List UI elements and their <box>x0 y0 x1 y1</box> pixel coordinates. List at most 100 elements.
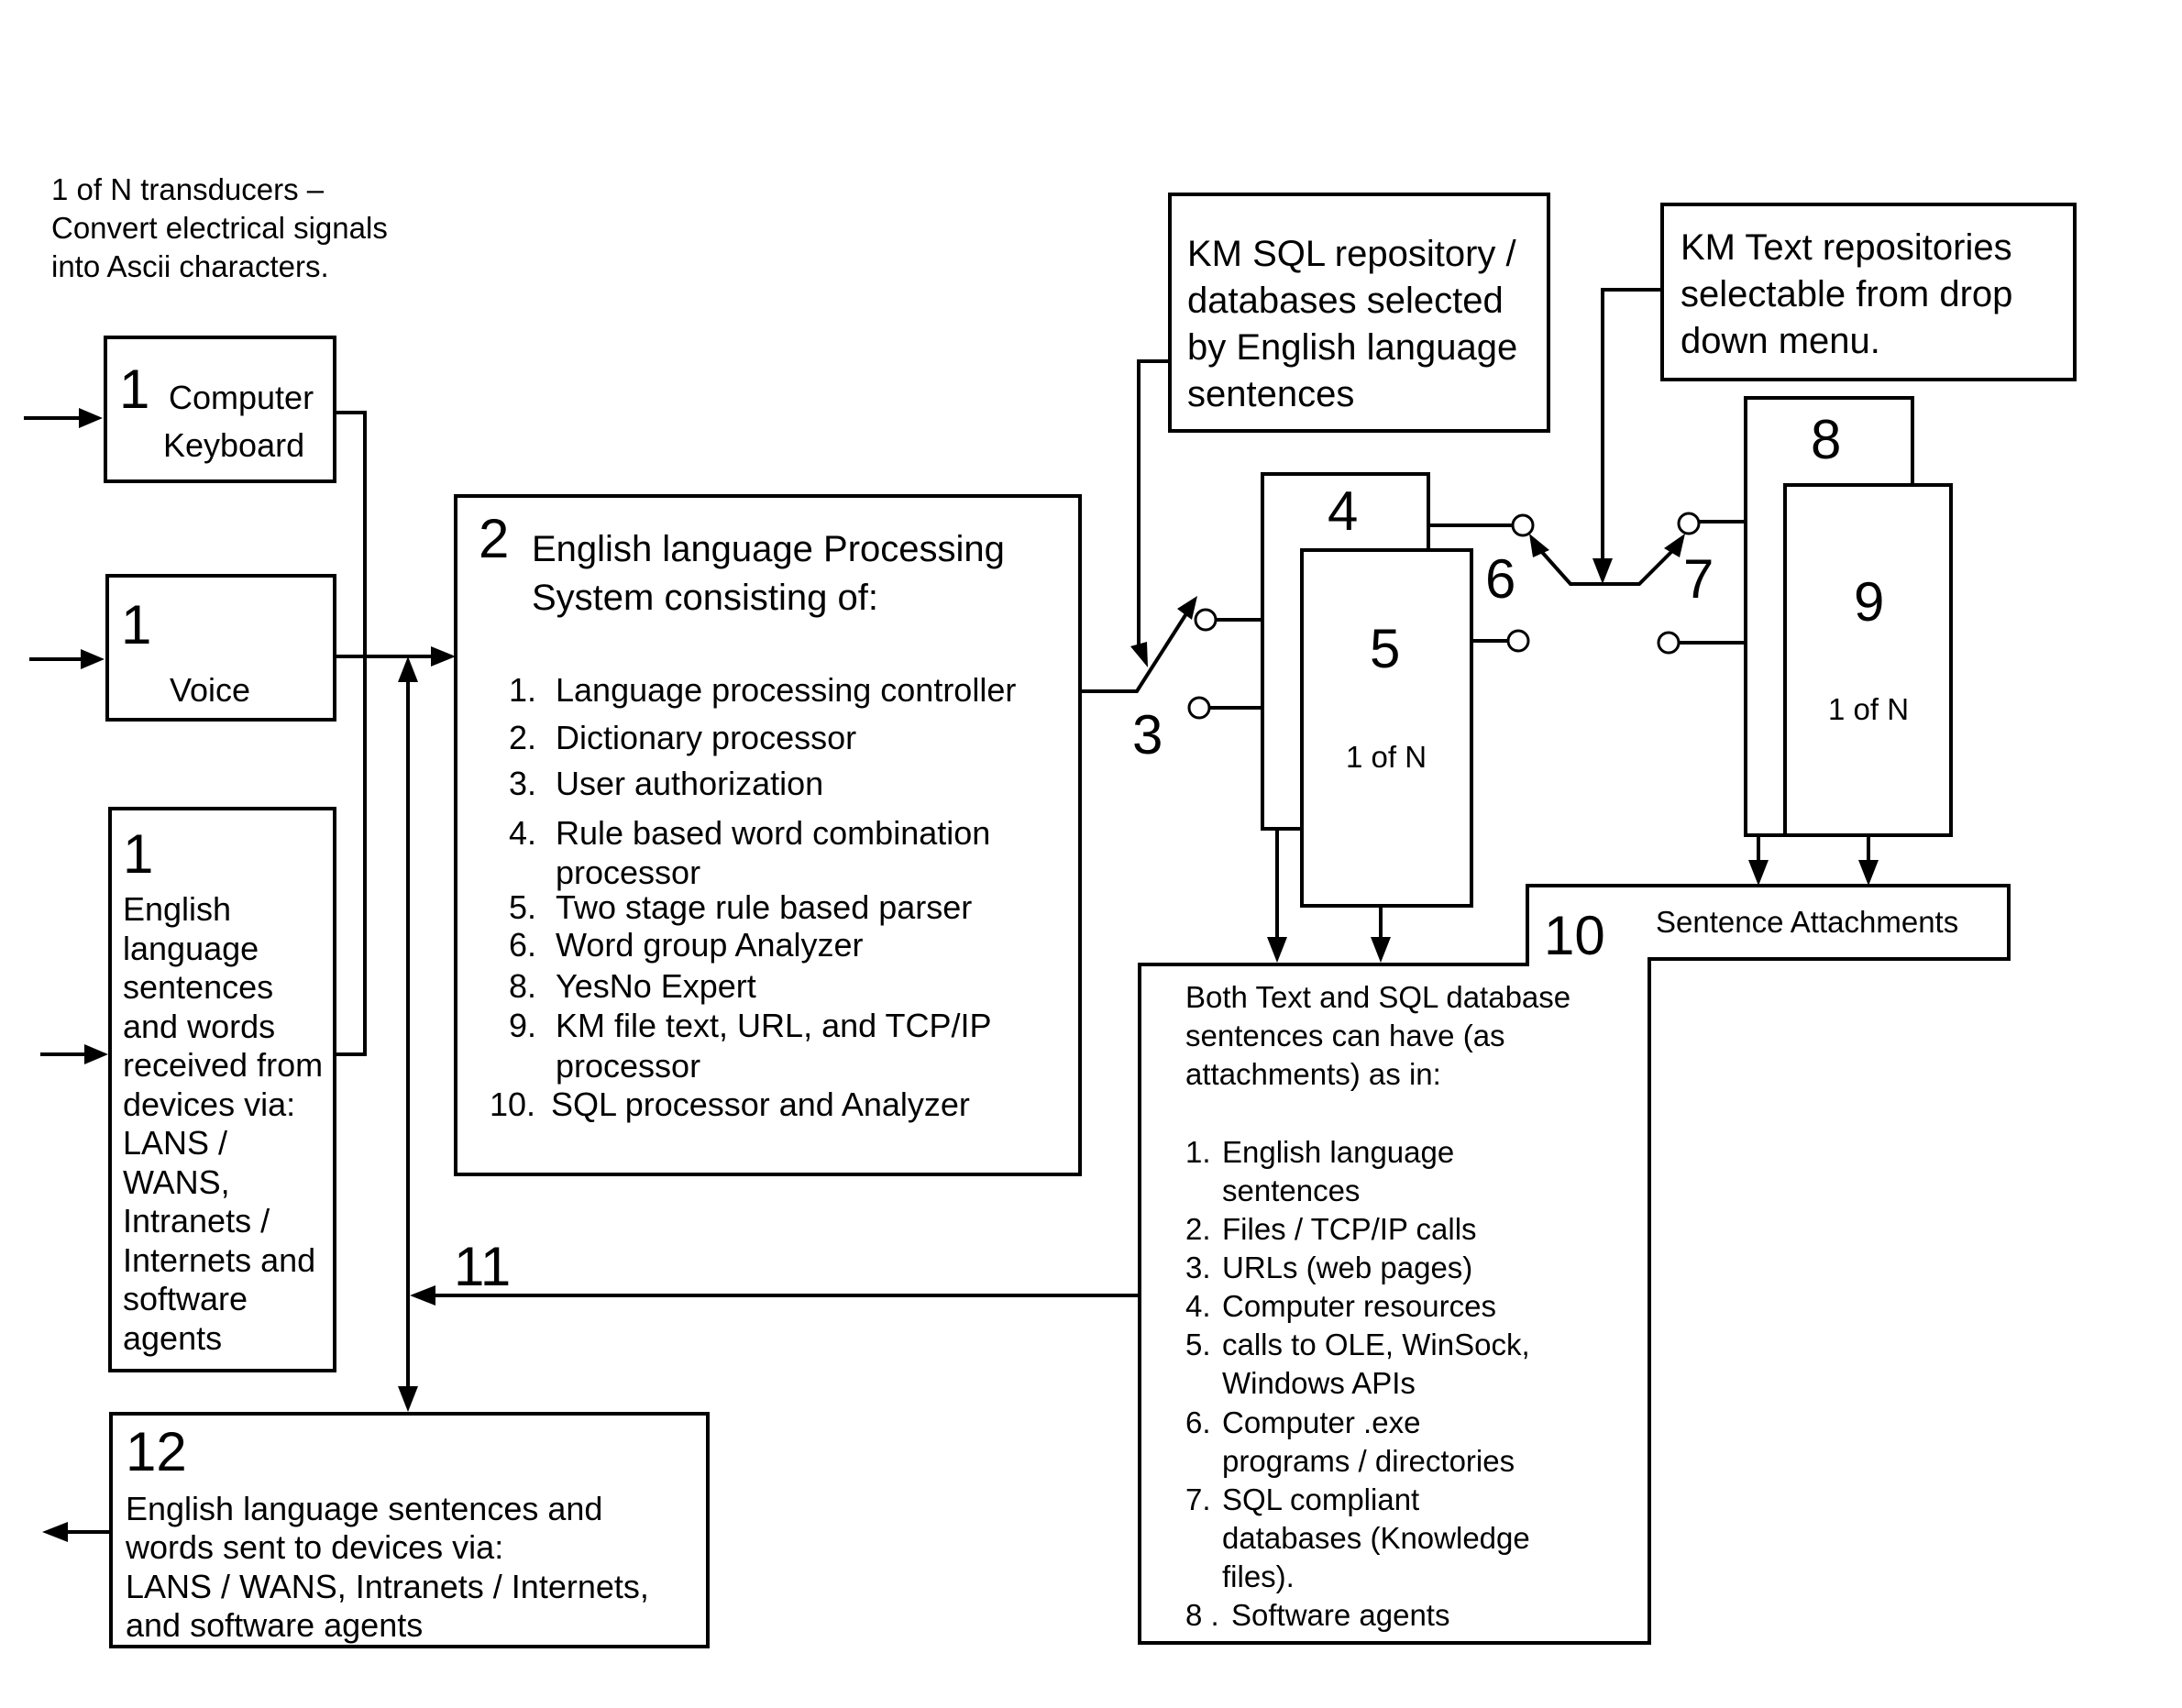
item-text: User authorization <box>556 765 823 802</box>
contact-node <box>1506 629 1530 653</box>
box-label: Voice <box>170 671 250 709</box>
box-voice: 1 Voice <box>105 574 336 722</box>
contact-node <box>1187 696 1211 720</box>
item-num: 7. <box>1185 1482 1211 1516</box>
box-number: 2 <box>479 508 509 569</box>
label-line: language <box>123 930 259 967</box>
box-12-output: 12 English language sentences and words … <box>109 1412 710 1648</box>
box-english-input: 1 English language sentences and words r… <box>108 807 336 1372</box>
box-label-line: down menu. <box>1681 321 1880 361</box>
keyboard-input-arrowhead <box>79 408 103 428</box>
contact-node <box>1677 512 1701 535</box>
note-line-2: Convert electrical signals <box>51 211 388 245</box>
item-num: 4. <box>1185 1289 1211 1323</box>
switch-6-label: 6 <box>1485 548 1515 610</box>
box-tab-label: Sentence Attachments <box>1656 905 1958 939</box>
item-num: 8 . <box>1185 1598 1219 1632</box>
item-text: SQL processor and Analyzer <box>551 1085 970 1123</box>
box-10-sentence-attachments: 10 Sentence Attachments Both Text and SQ… <box>1138 884 2011 1645</box>
block-diagram: 1 of N transducers – Convert electrical … <box>24 172 2077 1648</box>
box-computer-keyboard: 1 Computer Keyboard <box>104 336 336 483</box>
item-num: 9. <box>509 1007 536 1044</box>
box-label-line: Computer <box>169 379 314 416</box>
item-text: Software agents <box>1231 1598 1449 1632</box>
item-num: 3. <box>1185 1251 1211 1284</box>
box5-down-arrowhead <box>1371 937 1391 963</box>
item-text: Windows APIs <box>1222 1366 1416 1400</box>
box-title-line: System consisting of: <box>532 578 878 618</box>
item-text: databases (Knowledge <box>1222 1521 1530 1555</box>
processing-input-arrowhead <box>431 646 456 667</box>
box-number: 1 <box>119 358 149 420</box>
arrow-11-arrowhead <box>410 1285 435 1306</box>
item-text: programs / directories <box>1222 1444 1515 1478</box>
item-text: sentences <box>1222 1174 1360 1207</box>
item-text: Two stage rule based parser <box>556 888 972 926</box>
label-line: software <box>123 1280 248 1317</box>
box-km-sql-repository: KM SQL repository / databases selected b… <box>1168 193 1550 433</box>
item-text: calls to OLE, WinSock, <box>1222 1328 1530 1361</box>
box-label-line: words sent to devices via: <box>125 1528 503 1566</box>
voice-input-arrowhead <box>81 649 105 669</box>
box-number: 5 <box>1370 618 1400 679</box>
box9-down-arrowhead <box>1858 860 1879 886</box>
item-text: processor <box>556 1047 700 1085</box>
item-text: Language processing controller <box>556 671 1016 709</box>
item-num: 10. <box>490 1085 535 1123</box>
item-text: files). <box>1222 1559 1295 1593</box>
box-number: 8 <box>1811 409 1841 470</box>
box-label-line: LANS / WANS, Intranets / Internets, <box>126 1568 649 1605</box>
box-number: 9 <box>1854 571 1884 633</box>
label-line: agents <box>123 1319 222 1357</box>
item-num: 5. <box>509 888 536 926</box>
transducers-note: 1 of N transducers – Convert electrical … <box>51 172 388 283</box>
item-text: processor <box>556 854 700 891</box>
label-line: WANS, <box>123 1163 230 1201</box>
box-label-line: selectable from drop <box>1681 274 2012 314</box>
box-label-line: and software agents <box>126 1606 423 1644</box>
item-num: 3. <box>509 765 536 802</box>
item-text: Word group Analyzer <box>556 926 864 964</box>
to-output-arrowhead <box>398 1386 418 1412</box>
box-label-line: KM Text repositories <box>1681 227 2012 268</box>
box-number: 10 <box>1544 905 1605 966</box>
item-text: SQL compliant <box>1222 1482 1419 1516</box>
item-text: YesNo Expert <box>556 967 756 1005</box>
box-number: 12 <box>126 1421 187 1482</box>
box-km-text-repositories: KM Text repositories selectable from dro… <box>1660 203 2077 381</box>
item-text: English language <box>1222 1135 1454 1169</box>
box8-down-arrowhead <box>1748 860 1769 886</box>
note-line-1: 1 of N transducers – <box>51 172 325 206</box>
switch-7-label: 7 <box>1683 548 1714 610</box>
box4-down-arrowhead <box>1267 937 1287 963</box>
contact-node <box>1511 513 1535 537</box>
item-num: 1. <box>1185 1135 1211 1169</box>
contact-node <box>1194 608 1218 632</box>
text-repo-control-line <box>1601 288 1662 559</box>
label-line: English <box>123 890 231 928</box>
box-label-line: sentences <box>1187 374 1354 414</box>
english-input-arrowhead <box>84 1044 108 1064</box>
item-text: Rule based word combination <box>556 814 990 852</box>
box-processing-system: 2 English language Processing System con… <box>454 494 1082 1176</box>
intro-line: sentences can have (as <box>1185 1019 1505 1052</box>
intro-line: Both Text and SQL database <box>1185 980 1570 1014</box>
box-label-line: Keyboard <box>163 426 304 464</box>
text-repo-control-arrowhead <box>1592 558 1613 584</box>
item-text: Files / TCP/IP calls <box>1222 1212 1477 1246</box>
box-title-line: English language Processing <box>532 529 1005 569</box>
box-sub-label: 1 of N <box>1346 740 1427 774</box>
item-text: Computer .exe <box>1222 1405 1420 1439</box>
item-num: 6. <box>1185 1405 1211 1439</box>
output-arrowhead <box>42 1522 68 1542</box>
label-line: and words <box>123 1008 275 1045</box>
label-line: LANS / <box>123 1124 227 1162</box>
box-sub-label: 1 of N <box>1828 692 1909 726</box>
label-line: Internets and <box>123 1241 315 1279</box>
box-label-line: by English language <box>1187 327 1517 368</box>
item-num: 2. <box>509 719 536 756</box>
note-line-3: into Ascii characters. <box>51 249 329 283</box>
box-label-line: databases selected <box>1187 281 1504 321</box>
box-number: 1 <box>121 594 151 656</box>
item-num: 8. <box>509 967 536 1005</box>
